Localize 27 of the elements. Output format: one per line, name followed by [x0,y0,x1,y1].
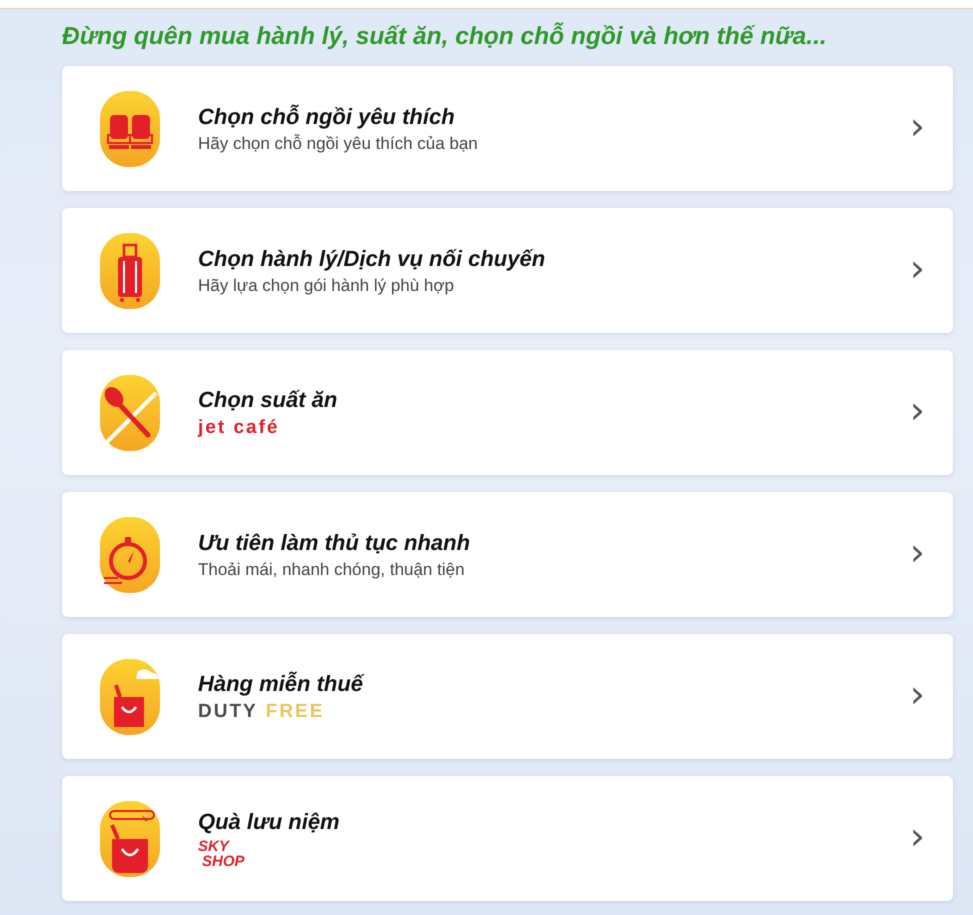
chevron-button[interactable]: › [906,532,929,576]
service-card[interactable]: Chọn suất ăn jet café › [62,350,953,475]
brand-logo-text: jet café [198,416,280,438]
service-description: Thoải mái, nhanh chóng, thuận tiện [198,560,466,580]
section-heading: Đừng quên mua hành lý, suất ăn, chọn chỗ ngồi và hơn thế nữa... [62,23,828,51]
service-card[interactable]: Hàng miễn thuế DUTY FREE › [62,634,953,759]
brand-logo-text: SHOP [202,854,246,868]
brand-logo-text: DUTY [198,700,258,722]
service-title: Quà lưu niệm [198,808,341,834]
chevron-button[interactable]: › [906,248,929,292]
service-title: Ưu tiên làm thủ tục nhanh [198,530,472,556]
chevron-button[interactable]: › [906,390,929,434]
service-description: Hãy chọn chỗ ngồi yêu thích của bạn [198,134,479,154]
chevron-button[interactable]: › [906,106,929,150]
chevron-button[interactable]: › [906,816,929,860]
service-title: Hàng miễn thuế [198,670,366,696]
brand-logo-text: SKY [198,838,231,854]
service-card[interactable]: Chọn hành lý/Dịch vụ nối chuyến Hãy lựa chọn gói hành lý phù hợp › [62,208,953,333]
service-card[interactable]: Ưu tiên làm thủ tục nhanh Thoải mái, nhanh chóng, thuận tiện › [62,492,953,617]
brand-logo-text: FREE [266,700,324,722]
service-description: Hãy lựa chọn gói hành lý phù hợp [198,276,455,296]
service-title: Chọn suất ăn [198,386,338,412]
service-title: Chọn chỗ ngồi yêu thích [198,104,456,130]
service-card[interactable]: Chọn chỗ ngồi yêu thích Hãy chọn chỗ ngồi yêu thích của bạn › [62,66,953,191]
chevron-button[interactable]: › [906,674,929,718]
service-card[interactable]: Quà lưu niệm SKY SHOP › [62,776,953,901]
service-title: Chọn hành lý/Dịch vụ nối chuyến [198,246,546,272]
